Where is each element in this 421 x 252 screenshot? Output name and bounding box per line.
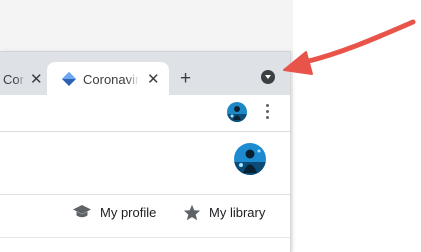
star-icon <box>183 204 201 221</box>
tab-title: Coronavirus <box>3 71 25 87</box>
kebab-menu-icon[interactable] <box>266 104 270 120</box>
my-library-link[interactable]: My library <box>183 204 265 221</box>
graduation-cap-icon <box>73 205 91 218</box>
my-profile-label: My profile <box>100 204 157 220</box>
tab-active[interactable]: Coronavirus ✕ <box>47 62 169 96</box>
nav-divider <box>0 237 290 238</box>
page-header <box>0 132 290 193</box>
scholar-cap-favicon <box>61 71 77 87</box>
new-tab-button[interactable]: + <box>180 69 191 88</box>
tab-strip: Coronavirus ✕ Coronavirus ✕ + <box>0 51 290 96</box>
my-library-label: My library <box>209 205 266 220</box>
account-avatar-icon[interactable] <box>234 143 266 180</box>
tab-close-icon[interactable]: ✕ <box>30 72 43 87</box>
screenshot-stage: Coronavirus ✕ Coronavirus ✕ + <box>0 0 421 252</box>
tab-inactive[interactable]: Coronavirus ✕ <box>0 62 48 96</box>
browser-toolbar <box>0 95 290 131</box>
my-profile-link[interactable]: My profile <box>72 204 156 220</box>
profile-avatar-icon[interactable] <box>227 102 247 127</box>
tab-close-icon[interactable]: ✕ <box>147 72 160 87</box>
tab-title: Coronavirus <box>83 71 139 87</box>
browser-window: Coronavirus ✕ Coronavirus ✕ + <box>0 51 291 252</box>
tab-search-icon[interactable] <box>261 70 275 84</box>
page-nav: My profile My library <box>0 195 290 237</box>
